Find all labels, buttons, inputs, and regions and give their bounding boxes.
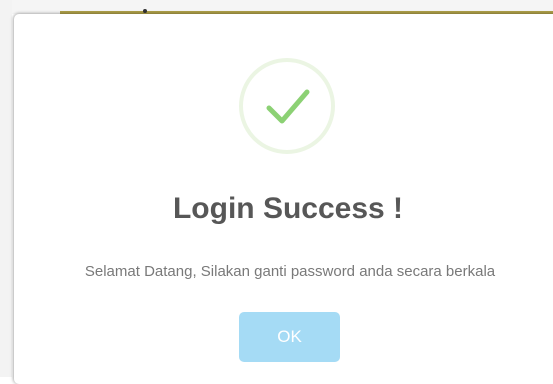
- ok-button[interactable]: OK: [239, 312, 340, 362]
- backdrop-dot: [143, 9, 147, 13]
- checkmark-success-icon: [239, 58, 335, 154]
- dialog-message: Selamat Datang, Silakan ganti password a…: [84, 263, 496, 280]
- dialog-title: Login Success !: [172, 192, 404, 225]
- backdrop-left-strip: [0, 0, 12, 377]
- success-dialog: Login Success ! Selamat Datang, Silakan …: [14, 14, 553, 384]
- checkmark-icon: [266, 89, 310, 124]
